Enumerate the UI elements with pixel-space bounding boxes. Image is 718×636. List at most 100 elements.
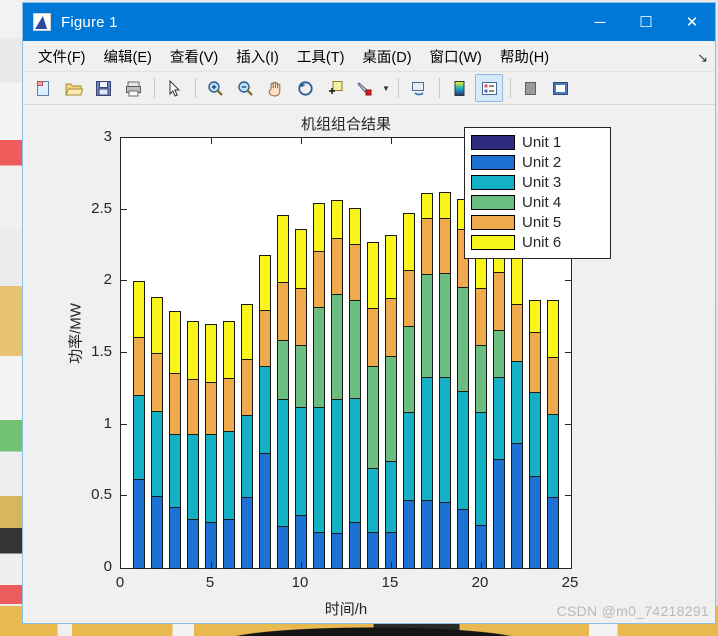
- bar-segment: [439, 376, 451, 503]
- x-tick-label: 15: [381, 574, 399, 591]
- bar-segment: [511, 442, 523, 569]
- legend[interactable]: Unit 1 Unit 2 Unit 3 Unit 4 Unit 5 Unit 6: [464, 127, 611, 259]
- bar-segment: [529, 392, 541, 477]
- brush-dropdown-caret-icon[interactable]: ▼: [381, 75, 391, 101]
- menu-overflow-arrow-icon[interactable]: ↘: [697, 50, 708, 66]
- menu-insert[interactable]: 插入(I): [227, 42, 288, 71]
- bar-segment: [169, 433, 181, 509]
- bar-segment: [241, 304, 253, 360]
- minimize-button[interactable]: ─: [577, 3, 623, 41]
- legend-label: Unit 5: [522, 214, 562, 231]
- toolbar-separator: [154, 78, 155, 98]
- legend-swatch: [471, 235, 515, 250]
- bar-segment: [511, 360, 523, 444]
- data-cursor-icon[interactable]: [321, 74, 349, 102]
- bar-segment: [223, 518, 235, 569]
- legend-icon[interactable]: [475, 74, 503, 102]
- bar-segment: [403, 325, 415, 414]
- bar-segment: [493, 272, 505, 332]
- bar-segment: [205, 324, 217, 383]
- toolbar: ▼: [23, 72, 715, 105]
- menu-tools[interactable]: 工具(T): [288, 42, 354, 71]
- legend-item[interactable]: Unit 4: [471, 193, 604, 212]
- x-tick-label: 5: [205, 574, 215, 591]
- bar-column: [529, 299, 541, 569]
- bar-segment: [511, 304, 523, 362]
- legend-label: Unit 1: [522, 134, 562, 151]
- legend-item[interactable]: Unit 1: [471, 133, 604, 152]
- menu-file[interactable]: 文件(F): [29, 42, 95, 71]
- bar-column: [511, 213, 523, 569]
- rotate-3d-icon[interactable]: [291, 74, 319, 102]
- figure-canvas: 机组组合结果 功率/MW 时间/h 0 0.5 1 1.5 2 2.5 3 0 5 10 15 20 2…: [23, 105, 715, 623]
- menu-view[interactable]: 查看(V): [161, 42, 227, 71]
- bar-column: [313, 203, 325, 569]
- legend-item[interactable]: Unit 5: [471, 213, 604, 232]
- bar-segment: [331, 200, 343, 240]
- menu-desktop[interactable]: 桌面(D): [353, 42, 420, 71]
- pointer-select-icon[interactable]: [160, 74, 188, 102]
- bar-column: [385, 234, 397, 569]
- bar-segment: [439, 218, 451, 274]
- menu-help[interactable]: 帮助(H): [491, 42, 558, 71]
- link-plot-icon[interactable]: [404, 74, 432, 102]
- matlab-figure-window: Figure 1 ─ ☐ ✕ 文件(F) 编辑(E) 查看(V) 插入(I) 工…: [22, 2, 716, 624]
- bar-segment: [547, 413, 559, 499]
- bar-segment: [205, 381, 217, 435]
- menu-edit[interactable]: 编辑(E): [95, 42, 161, 71]
- open-file-icon[interactable]: [59, 74, 87, 102]
- legend-swatch: [471, 175, 515, 190]
- bar-segment: [367, 308, 379, 368]
- zoom-in-icon[interactable]: [201, 74, 229, 102]
- colorbar-icon[interactable]: [445, 74, 473, 102]
- zoom-out-icon[interactable]: [231, 74, 259, 102]
- save-figure-icon[interactable]: [89, 74, 117, 102]
- bar-segment: [529, 475, 541, 569]
- brush-data-icon[interactable]: [351, 74, 379, 102]
- bar-column: [241, 304, 253, 569]
- bar-segment: [367, 366, 379, 470]
- bar-segment: [133, 337, 145, 397]
- legend-swatch: [471, 195, 515, 210]
- x-axis-label: 时间/h: [324, 601, 368, 618]
- bar-segment: [331, 533, 343, 569]
- legend-item[interactable]: Unit 6: [471, 233, 604, 252]
- x-tick-mark: [391, 138, 392, 144]
- bar-segment: [277, 340, 289, 401]
- new-figure-icon[interactable]: [29, 74, 57, 102]
- show-plot-tools-icon[interactable]: [546, 74, 574, 102]
- bar-segment: [241, 358, 253, 417]
- maximize-button[interactable]: ☐: [623, 3, 669, 41]
- bar-segment: [403, 500, 415, 569]
- close-button[interactable]: ✕: [669, 3, 715, 41]
- legend-item[interactable]: Unit 2: [471, 153, 604, 172]
- menu-window[interactable]: 窗口(W): [421, 42, 491, 71]
- bar-segment: [547, 497, 559, 569]
- bar-segment: [403, 412, 415, 502]
- y-tick-label: 0: [103, 558, 112, 575]
- bar-segment: [475, 288, 487, 346]
- bar-column: [295, 229, 307, 569]
- bar-segment: [457, 287, 469, 392]
- bar-column: [547, 299, 559, 569]
- bar-segment: [259, 366, 271, 454]
- toolbar-separator: [195, 78, 196, 98]
- hide-plot-tools-icon[interactable]: [516, 74, 544, 102]
- legend-swatch: [471, 215, 515, 230]
- y-tick-label: 2: [103, 271, 112, 289]
- bar-segment: [475, 344, 487, 414]
- pan-hand-icon[interactable]: [261, 74, 289, 102]
- bar-segment: [349, 207, 361, 245]
- bar-segment: [385, 461, 397, 533]
- legend-item[interactable]: Unit 3: [471, 173, 604, 192]
- bar-segment: [223, 321, 235, 379]
- bar-segment: [367, 241, 379, 310]
- bar-column: [475, 229, 487, 569]
- print-figure-icon[interactable]: [119, 74, 147, 102]
- bar-segment: [421, 500, 433, 569]
- y-tick-mark: [121, 423, 127, 425]
- bar-segment: [277, 526, 289, 569]
- bar-segment: [295, 514, 307, 569]
- bar-column: [151, 296, 163, 569]
- bar-segment: [421, 218, 433, 276]
